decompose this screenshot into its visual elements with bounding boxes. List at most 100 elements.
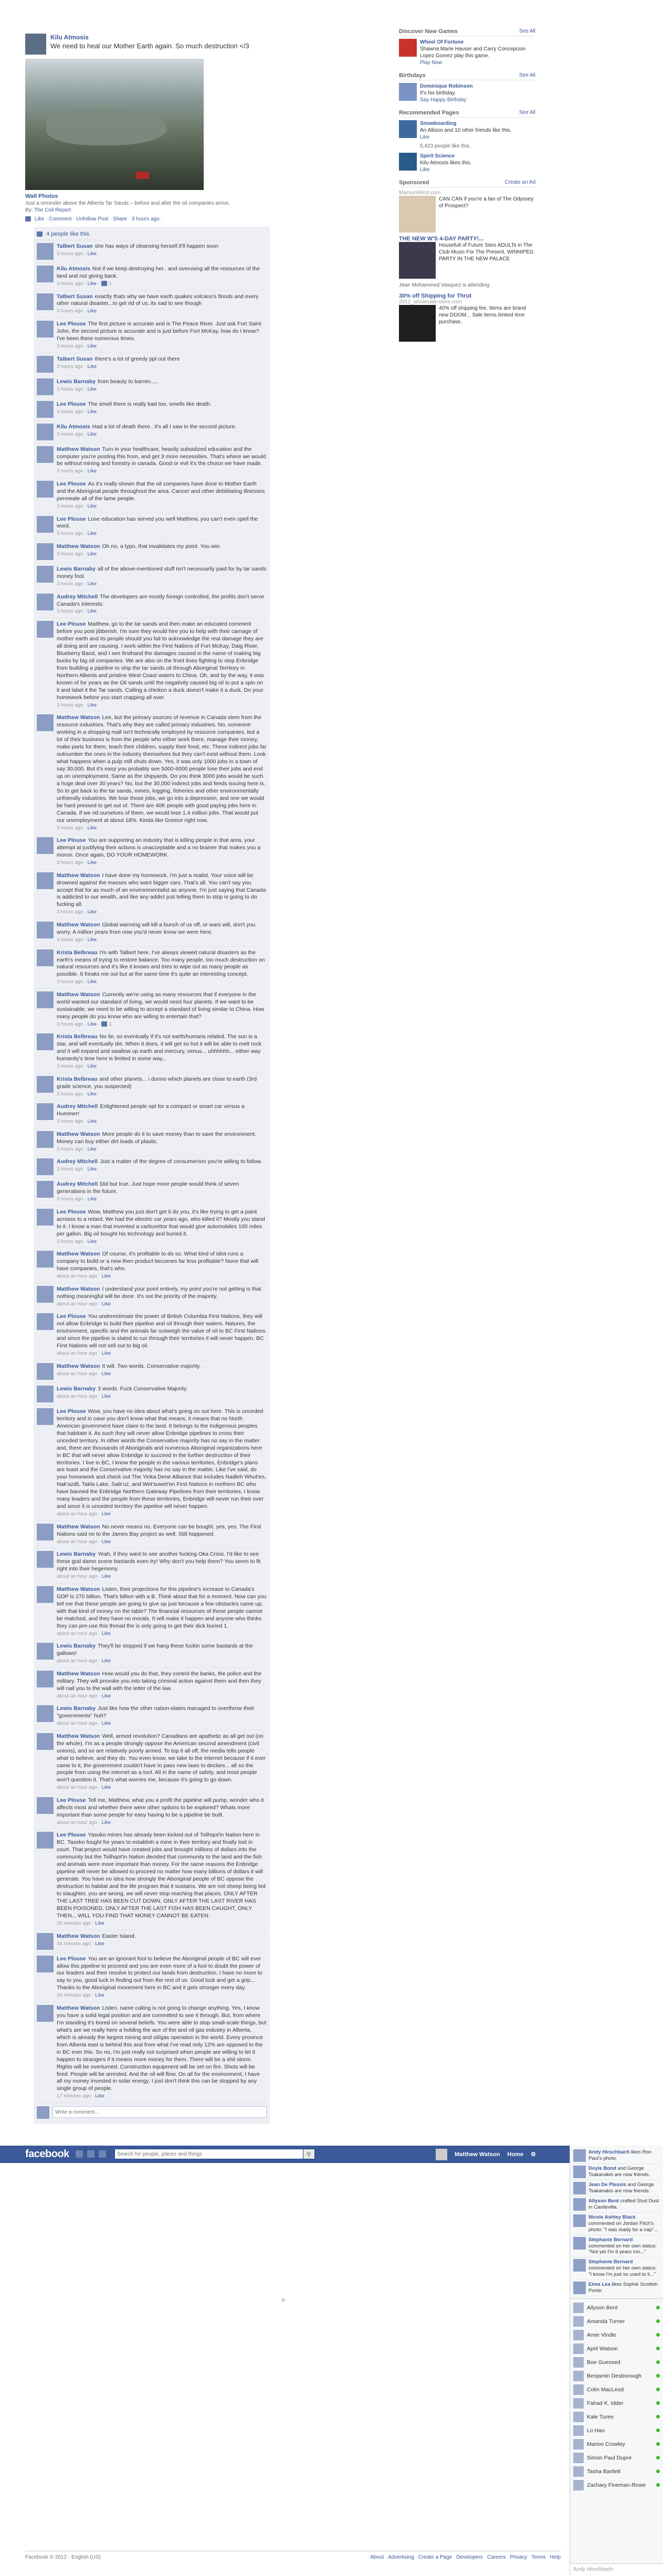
ticker-item[interactable]: Nicole Ashley Black commented on Jordan … (573, 2213, 660, 2235)
ticker-item[interactable]: Eima Lea likes Sophie Scottish Porter (573, 2280, 660, 2296)
comment-time[interactable]: about an hour ago (57, 1273, 97, 1279)
commenter-avatar[interactable] (37, 922, 54, 939)
commenter-avatar[interactable] (37, 1158, 54, 1176)
notifications-icon[interactable] (98, 2150, 106, 2158)
comment-author[interactable]: Matthew Watson (57, 1933, 100, 1939)
commenter-avatar[interactable] (37, 1933, 54, 1950)
ticker-name[interactable]: Nicole Ashley Black (588, 2214, 636, 2220)
comment-like-link[interactable]: Like (88, 386, 97, 392)
comment-author[interactable]: Lee Plouse (57, 1313, 86, 1319)
comment-author[interactable]: Matthew Watson (57, 1363, 100, 1369)
comment-time[interactable]: 35 minutes ago (57, 1920, 91, 1926)
comment-time[interactable]: 3 hours ago (57, 1118, 83, 1124)
chat-friend[interactable]: Fahad K. Idder (573, 2396, 660, 2410)
spirit-science-page-icon[interactable] (399, 153, 417, 171)
chat-friend[interactable]: Tasha Bartlett (573, 2465, 660, 2478)
comment-author[interactable]: Matthew Watson (57, 1286, 100, 1292)
comment-like-link[interactable]: Like (102, 1820, 111, 1825)
comment-like-link[interactable]: Like (88, 702, 97, 708)
user-name-link[interactable]: Matthew Watson (455, 2151, 500, 2158)
comment-author[interactable]: Lee Plouse (57, 621, 86, 627)
commenter-avatar[interactable] (37, 1313, 54, 1331)
commenter-avatar[interactable] (37, 1551, 54, 1568)
comment-time[interactable]: 3 hours ago (57, 1146, 83, 1152)
ad2-title[interactable]: THE NEW W'S 4-DAY PARTY!... (399, 236, 535, 242)
comment-time[interactable]: about an hour ago (57, 1511, 97, 1517)
comment-time[interactable]: 3 hours ago (57, 308, 83, 314)
commenter-avatar[interactable] (37, 1408, 54, 1425)
comment-like-link[interactable]: Like (88, 343, 97, 349)
commenter-avatar[interactable] (37, 481, 54, 498)
comment-author[interactable]: Matthew Watson (57, 1131, 100, 1137)
chat-friend[interactable]: Colin MacLeod (573, 2383, 660, 2396)
comment-time[interactable]: 3 hours ago (57, 702, 83, 708)
ad3-image[interactable] (399, 305, 436, 342)
comment-author[interactable]: Krista Belbreau (57, 1033, 98, 1040)
comment-author[interactable]: Lewis Barnaby (57, 1705, 96, 1712)
comment-time[interactable]: 3 hours ago (57, 608, 83, 614)
commenter-avatar[interactable] (37, 423, 54, 440)
ad1-image[interactable] (399, 196, 436, 233)
comment-like-link[interactable]: Like (88, 1239, 97, 1244)
ticker-name[interactable]: Allyson Bent (588, 2198, 619, 2204)
commenter-avatar[interactable] (37, 1075, 54, 1093)
search-icon[interactable]: ⚲ (303, 2149, 315, 2159)
comment-author[interactable]: Lee Plouse (57, 1408, 86, 1414)
comment-like-link[interactable]: Like (88, 503, 97, 509)
commenter-avatar[interactable] (37, 321, 54, 338)
commenter-avatar[interactable] (37, 1385, 54, 1402)
comment-time[interactable]: 34 minutes ago (57, 1941, 91, 1947)
likes-count[interactable]: 4 people like this. (46, 231, 91, 237)
commenter-avatar[interactable] (37, 1251, 54, 1268)
chat-friend[interactable]: Kale Turee (573, 2410, 660, 2424)
comment-like-link[interactable]: Like (102, 1301, 111, 1307)
comment-time[interactable]: 3 hours ago (57, 1166, 83, 1172)
commenter-avatar[interactable] (37, 266, 54, 282)
comment-author[interactable]: Matthew Watson (57, 543, 100, 550)
comment-time[interactable]: 3 hours ago (57, 503, 83, 509)
comment-author[interactable]: Lee Plouse (57, 1832, 86, 1838)
rec2-name[interactable]: Spirit Science (420, 153, 455, 159)
commenter-avatar[interactable] (37, 1832, 54, 1849)
comment-author[interactable]: Audrey Mitchell (57, 1181, 98, 1187)
ad3-url[interactable]: 2012_wholesale-store.com (399, 299, 535, 305)
comment-time[interactable]: about an hour ago (57, 1301, 97, 1307)
commenter-avatar[interactable] (37, 621, 54, 638)
footer-link[interactable]: Help (550, 2554, 561, 2560)
comment-time[interactable]: 17 minutes ago (57, 2093, 91, 2099)
comment-like-link[interactable]: Like (102, 1539, 111, 1545)
chat-friend[interactable]: Benjamin Desborough (573, 2369, 660, 2383)
comment-like-count[interactable]: 1 (109, 281, 112, 287)
comment-author[interactable]: Lewis Barnaby (57, 1643, 96, 1649)
comment-author[interactable]: Lee Plouse (57, 516, 86, 522)
comment-like-link[interactable]: Like (88, 937, 97, 943)
comment-time[interactable]: 3 hours ago (57, 364, 83, 369)
comment-time[interactable]: about an hour ago (57, 1785, 97, 1790)
commenter-avatar[interactable] (37, 1363, 54, 1380)
comment-like-link[interactable]: Like (95, 1920, 104, 1926)
footer-link[interactable]: Developers (456, 2554, 483, 2560)
comment-time[interactable]: 3 hours ago (57, 1196, 83, 1202)
comment-author[interactable]: Lewis Barnaby (57, 566, 96, 572)
comment-like-link[interactable]: Like (88, 1091, 97, 1097)
rec1-name[interactable]: Snowboarding (420, 121, 456, 126)
comment-time[interactable]: 3 hours ago (57, 825, 83, 831)
comment-time[interactable]: 3 hours ago (57, 1021, 83, 1027)
comment-author[interactable]: Matthew Watson (57, 1671, 100, 1677)
comment-time[interactable]: about an hour ago (57, 1371, 97, 1377)
comment-like-link[interactable]: Like (88, 1196, 97, 1202)
comment-like-link[interactable]: Like (102, 1658, 111, 1664)
comment-time[interactable]: 3 hours ago (57, 909, 83, 915)
chat-friend[interactable]: Marion Crowley (573, 2437, 660, 2451)
commenter-avatar[interactable] (37, 593, 54, 610)
chat-friend[interactable]: April Watson (573, 2342, 660, 2356)
game-name[interactable]: Wheel Of Fortune (420, 39, 464, 45)
comment-like-link[interactable]: Like (88, 1118, 97, 1124)
comment-like-link[interactable]: Like (102, 1631, 111, 1637)
home-link[interactable]: Home (507, 2151, 523, 2158)
commenter-avatar[interactable] (37, 1955, 54, 1972)
comment-author[interactable]: Lee Plouse (57, 1209, 86, 1215)
comment-author[interactable]: Lee Plouse (57, 481, 86, 487)
comment-like-link[interactable]: Like (88, 979, 97, 985)
footer-link[interactable]: About (370, 2554, 384, 2560)
